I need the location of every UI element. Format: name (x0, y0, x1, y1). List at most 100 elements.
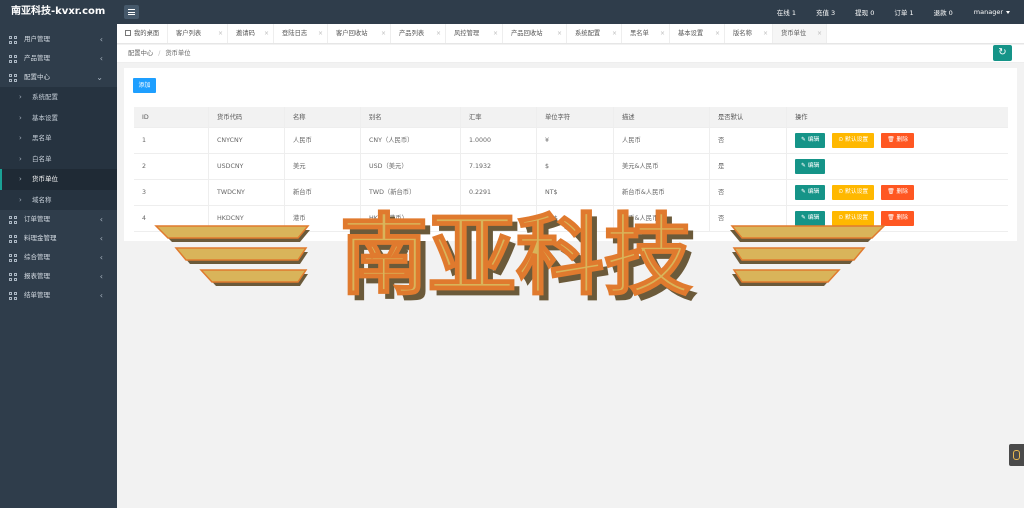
stat-online[interactable]: 在线 1 (777, 7, 796, 17)
stat-withdraw[interactable]: 提现 0 (855, 7, 874, 17)
sidebar-item-fund-management[interactable]: 料理金管理 ‹ (0, 229, 117, 248)
sidebar-item-report-management[interactable]: 报表管理 ‹ (0, 267, 117, 286)
tab-product-list[interactable]: 产品列表 × (391, 24, 446, 43)
menu-toggle-icon[interactable] (124, 5, 139, 19)
delete-button[interactable]: 🗑 删除 (881, 133, 915, 148)
sidebar-item-label: 订单管理 (24, 215, 50, 223)
close-icon[interactable]: × (557, 24, 562, 43)
close-icon[interactable]: × (612, 24, 617, 43)
refresh-button[interactable]: ↻ (993, 45, 1012, 61)
table-row: 1 CNYCNY 人民币 CNY（人民币） 1.0000 ¥ 人民币 否 ✎ 编… (134, 128, 1008, 154)
button-label: 默认设置 (845, 137, 869, 143)
sidebar-sub-system-config[interactable]: › 系统配置 (0, 87, 117, 108)
chevron-right-icon: › (19, 154, 22, 163)
tab-bar: 我的桌面 客户列表 × 邀请码 × 登陆日志 × 客户回收站 × 产品列表 × 风控管理 ×… (117, 24, 1024, 44)
close-icon[interactable]: × (218, 24, 223, 43)
grid-icon (9, 273, 17, 281)
row-actions: ✎ 编辑 ⊙ 默认设置 🗑 删除 (795, 185, 921, 200)
table-header-cell: ID (134, 107, 209, 127)
chevron-left-icon: ‹ (99, 291, 103, 300)
header-stats: 在线 1 充值 3 提现 0 订单 1 退款 0 manager (757, 0, 1010, 24)
sidebar-sub-whitelist[interactable]: › 白名单 (0, 148, 117, 169)
app-logo[interactable]: 南亚科技-kvxr.com (0, 0, 117, 24)
tab-domain-name[interactable]: 版名称 × (725, 24, 773, 43)
sidebar-sub-basic-settings[interactable]: › 基本设置 (0, 107, 117, 128)
breadcrumb-separator: / (158, 50, 161, 57)
table-header-cell: 名称 (285, 107, 361, 127)
stat-orders[interactable]: 订单 1 (894, 7, 913, 17)
close-icon[interactable]: × (264, 24, 269, 43)
sidebar-item-label: 用户管理 (24, 35, 50, 43)
sidebar-item-user-management[interactable]: 用户管理 ‹ (0, 30, 117, 49)
sidebar-sub-label: 货币单位 (32, 175, 58, 183)
table-cell-alias: USD（美元） (361, 154, 461, 179)
user-menu[interactable]: manager (974, 8, 1010, 16)
sidebar: 用户管理 ‹ 产品管理 ‹ 配置中心 ⌄ › 系统配置 › 基本设置 › 黑名单 › 白… (0, 24, 117, 508)
tab-label: 客户列表 (176, 30, 202, 37)
edit-button[interactable]: ✎ 编辑 (795, 185, 826, 200)
tab-blacklist[interactable]: 黑名单 × (622, 24, 670, 43)
close-icon[interactable]: × (817, 24, 822, 43)
sidebar-item-label: 报表管理 (24, 272, 50, 280)
close-icon[interactable]: × (381, 24, 386, 43)
sidebar-sub-blacklist[interactable]: › 黑名单 (0, 128, 117, 149)
table-header-cell: 别名 (361, 107, 461, 127)
sidebar-item-order-management[interactable]: 订单管理 ‹ (0, 210, 117, 229)
sidebar-item-general-management[interactable]: 综合管理 ‹ (0, 248, 117, 267)
close-icon[interactable]: × (493, 24, 498, 43)
tab-basic-settings[interactable]: 基本设置 × (670, 24, 725, 43)
close-icon[interactable]: × (436, 24, 441, 43)
tab-currency-unit[interactable]: 货币单位 × (773, 24, 827, 43)
sidebar-item-product-management[interactable]: 产品管理 ‹ (0, 49, 117, 68)
set-default-button[interactable]: ⊙ 默认设置 (832, 133, 875, 148)
button-label: 删除 (896, 137, 909, 143)
stat-recharge[interactable]: 充值 3 (816, 7, 835, 17)
tab-label: 系统配置 (575, 30, 601, 37)
close-icon[interactable]: × (318, 24, 323, 43)
sidebar-item-settlement-management[interactable]: 结单管理 ‹ (0, 286, 117, 305)
top-header: 南亚科技-kvxr.com 在线 1 充值 3 提现 0 订单 1 退款 0 m… (0, 0, 1024, 24)
watermark-text: 南亚科技 (340, 204, 692, 307)
stat-refund[interactable]: 退款 0 (934, 7, 953, 17)
table-cell-code: USDCNY (209, 154, 285, 179)
tab-risk-control[interactable]: 风控管理 × (446, 24, 503, 43)
close-icon[interactable]: × (715, 24, 720, 43)
breadcrumb-parent[interactable]: 配置中心 (128, 50, 153, 57)
row-actions: ✎ 编辑 ⊙ 默认设置 🗑 删除 (795, 133, 921, 148)
tab-home[interactable]: 我的桌面 (117, 24, 168, 43)
tab-system-config[interactable]: 系统配置 × (567, 24, 622, 43)
tab-label: 版名称 (733, 30, 752, 37)
tab-invite-code[interactable]: 邀请码 × (228, 24, 274, 43)
sidebar-sub-domain-name[interactable]: › 域名称 (0, 189, 117, 210)
edit-button[interactable]: ✎ 编辑 (795, 133, 826, 148)
delete-button[interactable]: 🗑 删除 (881, 185, 915, 200)
chevron-right-icon: › (19, 175, 22, 183)
table-header-cell: 描述 (614, 107, 710, 127)
sidebar-item-label: 配置中心 (24, 73, 50, 81)
close-icon[interactable]: × (763, 24, 768, 43)
breadcrumb-bar: 配置中心 / 货币单位 ↻ (117, 45, 1024, 63)
table-cell-code: CNYCNY (209, 128, 285, 153)
sidebar-item-config-center[interactable]: 配置中心 ⌄ (0, 68, 117, 87)
sidebar-sub-label: 黑名单 (32, 134, 52, 142)
table-cell-rate: 7.1932 (461, 154, 537, 179)
sidebar-sub-currency-unit[interactable]: › 货币单位 (0, 169, 117, 190)
add-button[interactable]: 添加 (133, 78, 156, 93)
side-widget-button[interactable] (1009, 444, 1024, 466)
mouse-icon (1013, 450, 1020, 460)
tab-label: 登陆日志 (282, 30, 308, 37)
chevron-right-icon: › (19, 113, 22, 122)
tab-customer-recycle[interactable]: 客户回收站 × (328, 24, 391, 43)
tab-login-log[interactable]: 登陆日志 × (274, 24, 328, 43)
close-icon[interactable]: × (660, 24, 665, 43)
edit-icon: ✎ (801, 163, 806, 169)
tab-product-recycle[interactable]: 产品回收站 × (503, 24, 567, 43)
tab-customer-list[interactable]: 客户列表 × (168, 24, 228, 43)
edit-button[interactable]: ✎ 编辑 (795, 159, 826, 174)
table-cell-symbol: $ (537, 154, 614, 179)
button-label: 编辑 (807, 137, 820, 143)
home-icon (125, 29, 131, 36)
sidebar-item-label: 料理金管理 (24, 234, 57, 242)
sidebar-sub-label: 系统配置 (32, 93, 58, 101)
set-default-button[interactable]: ⊙ 默认设置 (832, 185, 875, 200)
